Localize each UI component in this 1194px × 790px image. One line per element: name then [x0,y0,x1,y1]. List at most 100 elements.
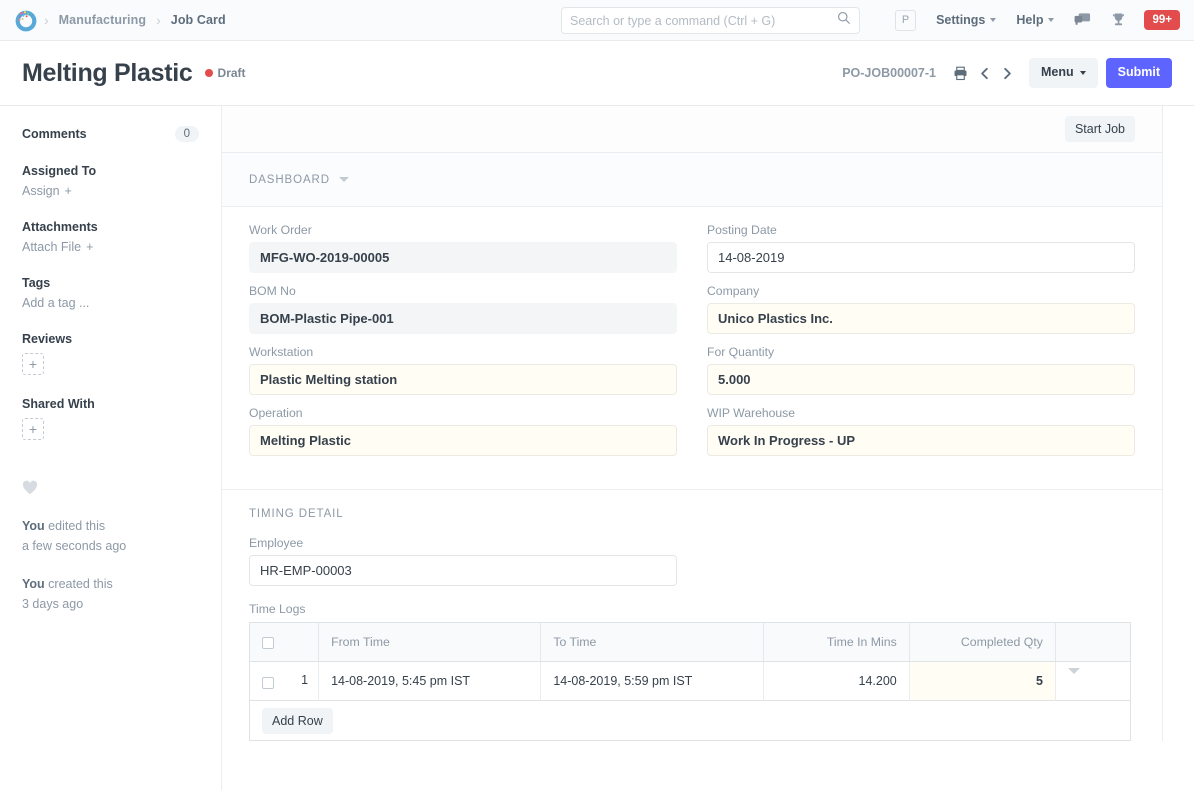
chevron-right-icon[interactable] [996,66,1019,81]
settings-menu[interactable]: Settings [926,13,1006,27]
checkbox-icon[interactable] [262,637,274,649]
cell-completed-qty[interactable]: 5 [909,662,1055,701]
breadcrumb-item-manufacturing[interactable]: Manufacturing [51,13,154,27]
add-row-button[interactable]: Add Row [262,708,333,734]
attach-file-label: Attach File [22,240,81,254]
status-dot-icon [205,69,213,77]
field-label: Operation [249,406,677,420]
avatar[interactable]: P [895,10,916,31]
workstation-input[interactable]: Plastic Melting station [249,364,677,395]
frappe-logo-icon[interactable] [14,8,38,32]
menu-button[interactable]: Menu [1029,58,1098,88]
for-quantity-input[interactable]: 5.000 [707,364,1135,395]
cell-from-time[interactable]: 14-08-2019, 5:45 pm IST [319,662,541,701]
field-label: Posting Date [707,223,1135,237]
chevron-down-icon [990,18,996,22]
field-for-quantity: For Quantity 5.000 [707,345,1135,395]
activity-edited: You edited this a few seconds ago [22,516,221,557]
table-header-row: From Time To Time Time In Mins Completed… [250,623,1131,662]
details-left-column: Work Order MFG-WO-2019-00005 BOM No BOM-… [249,223,677,467]
row-select-cell[interactable]: 1 [250,662,319,701]
work-order-input[interactable]: MFG-WO-2019-00005 [249,242,677,273]
cell-to-time[interactable]: 14-08-2019, 5:59 pm IST [541,662,763,701]
select-all-header[interactable] [250,623,319,662]
main-content: Start Job DASHBOARD Work Order MFG-WO-20… [222,106,1194,790]
dashboard-section-header[interactable]: DASHBOARD [222,153,1162,207]
search-icon [837,11,851,30]
chat-bubbles-icon[interactable] [1064,12,1101,28]
form-toolbar: Start Job [222,106,1162,153]
operation-input[interactable]: Melting Plastic [249,425,677,456]
sidebar-section-tags: Tags Add a tag ... [22,276,221,310]
wip-warehouse-input[interactable]: Work In Progress - UP [707,425,1135,456]
activity-action: edited this [45,519,105,533]
attach-file-button[interactable]: Attach File + [22,240,221,254]
activity-actor: You [22,577,45,591]
cell-time-in-mins[interactable]: 14.200 [763,662,909,701]
tags-label: Tags [22,276,221,290]
field-work-order: Work Order MFG-WO-2019-00005 [249,223,677,273]
settings-label: Settings [936,13,985,27]
row-index: 1 [301,673,308,687]
column-to-time[interactable]: To Time [541,623,763,662]
timing-detail-label: TIMING DETAIL [249,508,1135,520]
sidebar-section-reviews: Reviews + [22,332,221,375]
assign-button[interactable]: Assign + [22,184,221,198]
column-actions [1055,623,1130,662]
company-input[interactable]: Unico Plastics Inc. [707,303,1135,334]
field-posting-date: Posting Date 14-08-2019 [707,223,1135,273]
heart-icon[interactable] [22,480,221,499]
chevron-down-icon [1080,71,1086,75]
page-body: Comments 0 Assigned To Assign + Attachme… [0,106,1194,790]
status-badge: Draft [205,66,246,80]
checkbox-icon[interactable] [262,677,274,689]
breadcrumb: › Manufacturing › Job Card [44,13,234,27]
column-time-in-mins[interactable]: Time In Mins [763,623,909,662]
sidebar-section-comments: Comments 0 [22,126,221,142]
breadcrumb-separator: › [156,13,161,27]
bom-no-input[interactable]: BOM-Plastic Pipe-001 [249,303,677,334]
column-completed-qty[interactable]: Completed Qty [909,623,1055,662]
reviews-label: Reviews [22,332,221,346]
add-tag-input[interactable]: Add a tag ... [22,296,221,310]
employee-input[interactable]: HR-EMP-00003 [249,555,677,586]
assign-label: Assign [22,184,60,198]
assigned-to-label: Assigned To [22,164,221,178]
sidebar-section-attachments: Attachments Attach File + [22,220,221,254]
submit-button[interactable]: Submit [1106,58,1172,88]
posting-date-input[interactable]: 14-08-2019 [707,242,1135,273]
menu-label: Menu [1041,66,1074,80]
add-share-button[interactable]: + [22,418,44,440]
global-search[interactable] [561,7,860,34]
column-from-time[interactable]: From Time [319,623,541,662]
chevron-left-icon[interactable] [973,66,996,81]
breadcrumb-item-job-card[interactable]: Job Card [163,13,234,27]
time-logs-label: Time Logs [249,602,1135,616]
field-employee: Employee HR-EMP-00003 [249,536,677,586]
attachments-label: Attachments [22,220,221,234]
printer-icon[interactable] [948,66,973,81]
sidebar: Comments 0 Assigned To Assign + Attachme… [0,106,222,790]
help-label: Help [1016,13,1043,27]
start-job-button[interactable]: Start Job [1065,116,1135,142]
table-row[interactable]: 1 14-08-2019, 5:45 pm IST 14-08-2019, 5:… [250,662,1131,701]
notification-badge[interactable]: 99+ [1144,10,1180,31]
document-titlebar: Melting Plastic Draft PO-JOB00007-1 Menu… [0,41,1194,106]
field-label: BOM No [249,284,677,298]
help-menu[interactable]: Help [1006,13,1064,27]
field-bom-no: BOM No BOM-Plastic Pipe-001 [249,284,677,334]
activity-actor: You [22,519,45,533]
cell-row-expand[interactable] [1055,662,1130,701]
field-label: Company [707,284,1135,298]
comments-label: Comments [22,127,87,141]
add-review-button[interactable]: + [22,353,44,375]
activity-time: a few seconds ago [22,539,126,553]
search-input[interactable] [570,14,837,28]
field-label: WIP Warehouse [707,406,1135,420]
chevron-down-icon[interactable] [1068,668,1080,688]
chevron-down-icon [1048,18,1054,22]
trophy-icon[interactable] [1101,12,1136,28]
field-wip-warehouse: WIP Warehouse Work In Progress - UP [707,406,1135,456]
chevron-down-icon [339,177,349,182]
comments-count[interactable]: 0 [175,126,199,142]
